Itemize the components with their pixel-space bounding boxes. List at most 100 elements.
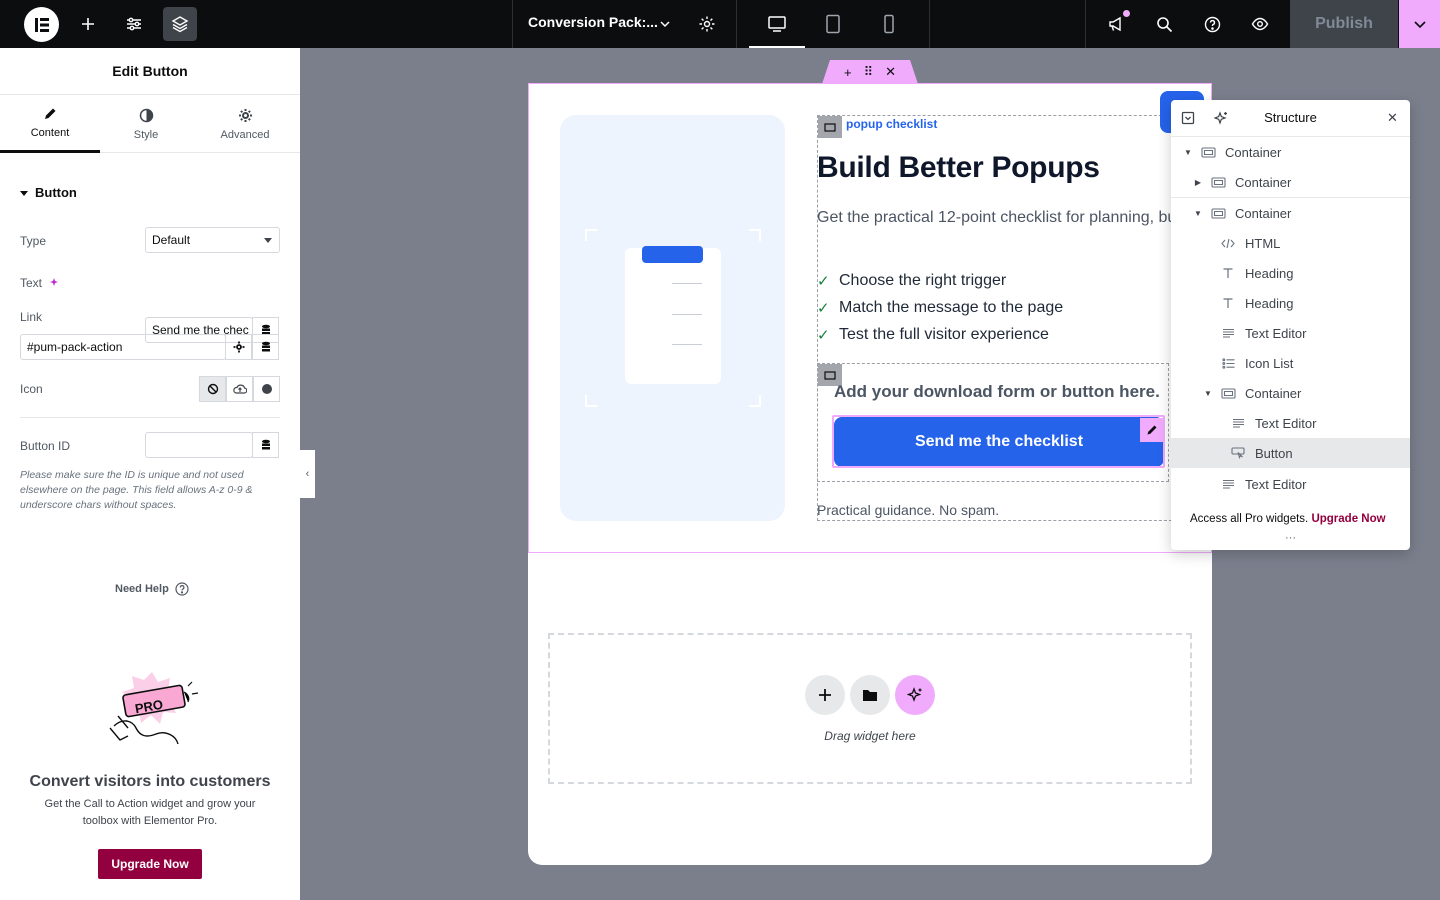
- checklist-item[interactable]: ✓ Test the full visitor experience: [817, 326, 1049, 344]
- button-id-input[interactable]: [145, 432, 253, 458]
- link-input[interactable]: #pum-pack-action: [20, 334, 226, 360]
- drag-grip-icon[interactable]: ⠿: [864, 64, 874, 80]
- publish-button[interactable]: Publish: [1290, 0, 1398, 48]
- upgrade-now-button[interactable]: Upgrade Now: [98, 849, 202, 879]
- form-placeholder-text[interactable]: Add your download form or button here.: [834, 382, 1160, 402]
- structure-item-label: Button: [1255, 445, 1293, 461]
- divider: [1085, 0, 1086, 48]
- close-icon[interactable]: ✕: [1387, 110, 1398, 126]
- structure-upgrade-link[interactable]: Upgrade Now: [1311, 513, 1385, 525]
- mobile-icon[interactable]: [861, 0, 917, 48]
- dynamic-tags-icon[interactable]: [252, 432, 279, 458]
- caret-down-icon[interactable]: ▼: [1203, 389, 1213, 398]
- tab-content[interactable]: Content: [0, 95, 100, 153]
- intro-text[interactable]: Get the practical 12-point checklist for…: [817, 204, 1177, 231]
- publish-options-chevron-icon[interactable]: [1399, 0, 1440, 48]
- tab-content-label: Content: [30, 126, 70, 139]
- structure-item-container[interactable]: ▼ Container: [1171, 137, 1410, 167]
- link-options-gear-icon[interactable]: [225, 334, 252, 360]
- text-editor-icon: [1230, 416, 1246, 430]
- structure-panel: Structure ✕ ▼ Container ▶ Container ▼ Co…: [1171, 100, 1410, 550]
- structure-item-icon-list[interactable]: Icon List: [1171, 348, 1410, 378]
- structure-item-text-editor[interactable]: Text Editor: [1171, 318, 1410, 348]
- structure-header: Structure ✕: [1171, 100, 1410, 137]
- structure-item-label: Text Editor: [1245, 325, 1307, 341]
- checklist-card-line: [672, 344, 702, 345]
- link-label: Link: [20, 310, 43, 324]
- icon-library-circle-icon[interactable]: [253, 376, 280, 402]
- add-new-container-icon[interactable]: [805, 675, 845, 715]
- structure-item-container[interactable]: ▼ Container: [1171, 378, 1410, 408]
- site-settings-icon[interactable]: [117, 7, 151, 41]
- structure-item-label: Heading: [1245, 295, 1294, 311]
- edit-button-pencil-icon[interactable]: [1140, 418, 1164, 442]
- resize-grip-icon[interactable]: ···: [1171, 532, 1410, 544]
- icon-list-icon: [1220, 356, 1236, 370]
- panel-tabs: Content Style Advanced: [0, 95, 300, 153]
- structure-item-text-editor[interactable]: Text Editor: [1171, 469, 1410, 499]
- pencil-icon: [45, 108, 56, 119]
- button-icon: [1230, 446, 1246, 460]
- caret-down-icon: [20, 190, 28, 196]
- checklist-card-graphic: [625, 248, 721, 384]
- container-edit-icon[interactable]: [818, 116, 842, 138]
- search-icon[interactable]: [1147, 7, 1181, 41]
- section-button-label: Button: [35, 185, 77, 200]
- caret-right-icon[interactable]: ▶: [1193, 178, 1203, 187]
- container-handle[interactable]: + ⠿ ✕: [822, 60, 918, 84]
- caret-down-icon[interactable]: ▼: [1183, 148, 1193, 157]
- tab-advanced[interactable]: Advanced: [195, 95, 295, 153]
- frame-corner: [585, 229, 597, 241]
- tablet-icon[interactable]: [805, 0, 861, 48]
- section-button-toggle[interactable]: Button: [20, 185, 77, 200]
- structure-upgrade-text: Access all Pro widgets.: [1190, 513, 1309, 525]
- elementor-logo-icon[interactable]: [24, 7, 59, 42]
- main-heading[interactable]: Build Better Popups: [817, 151, 1100, 185]
- tab-style[interactable]: Style: [96, 95, 196, 153]
- structure-layers-icon[interactable]: [163, 7, 197, 41]
- type-select[interactable]: Default: [145, 227, 280, 253]
- page-settings-gear-icon[interactable]: [690, 7, 724, 41]
- frame-corner: [585, 395, 597, 407]
- check-icon: ✓: [817, 273, 830, 290]
- text-label-wrap: Text: [20, 276, 60, 290]
- structure-upgrade-note: Access all Pro widgets. Upgrade Now: [1190, 513, 1386, 525]
- add-section-icon[interactable]: +: [844, 65, 852, 80]
- ai-sparkle-icon[interactable]: [895, 675, 935, 715]
- structure-item-container[interactable]: ▶ Container: [1171, 167, 1410, 197]
- collapse-panel-chevron-icon[interactable]: ‹: [300, 450, 315, 498]
- structure-item-button[interactable]: Button: [1171, 438, 1410, 468]
- structure-item-heading[interactable]: Heading: [1171, 288, 1410, 318]
- structure-item-label: Heading: [1245, 265, 1294, 281]
- preview-eye-icon[interactable]: [1243, 7, 1277, 41]
- frame-corner: [749, 229, 761, 241]
- need-help-label: Need Help: [115, 583, 169, 595]
- chevron-down-icon[interactable]: [648, 7, 682, 41]
- desktop-icon[interactable]: [749, 0, 805, 48]
- caret-down-icon[interactable]: ▼: [1193, 209, 1203, 218]
- structure-item-text-editor[interactable]: Text Editor: [1171, 408, 1410, 438]
- document-title[interactable]: Conversion Pack:...: [528, 14, 658, 30]
- structure-item-container[interactable]: ▼ Container: [1171, 198, 1410, 228]
- icon-upload-icon[interactable]: [226, 376, 253, 402]
- fineprint-text[interactable]: Practical guidance. No spam.: [817, 502, 999, 518]
- need-help-link[interactable]: Need Help: [115, 582, 189, 596]
- type-label: Type: [20, 234, 47, 248]
- delete-container-icon[interactable]: ✕: [885, 64, 896, 80]
- structure-item-heading[interactable]: Heading: [1171, 258, 1410, 288]
- icon-none-icon[interactable]: [199, 376, 226, 402]
- template-library-folder-icon[interactable]: [850, 675, 890, 715]
- divider: [512, 0, 513, 48]
- checklist-card-header-bar: [642, 246, 703, 263]
- checklist-item[interactable]: ✓ Choose the right trigger: [817, 272, 1006, 290]
- heading-icon: [1220, 296, 1236, 310]
- dynamic-tags-icon[interactable]: [252, 334, 279, 360]
- ai-sparkle-icon[interactable]: [48, 277, 60, 289]
- structure-item-label: Container: [1235, 174, 1292, 190]
- promo-title: Convert visitors into customers: [29, 773, 271, 790]
- add-element-icon[interactable]: [71, 7, 105, 41]
- structure-item-html[interactable]: HTML: [1171, 228, 1410, 258]
- help-icon[interactable]: [1195, 7, 1229, 41]
- checklist-item[interactable]: ✓ Match the message to the page: [817, 299, 1063, 317]
- eyebrow-heading[interactable]: popup checklist: [846, 117, 937, 131]
